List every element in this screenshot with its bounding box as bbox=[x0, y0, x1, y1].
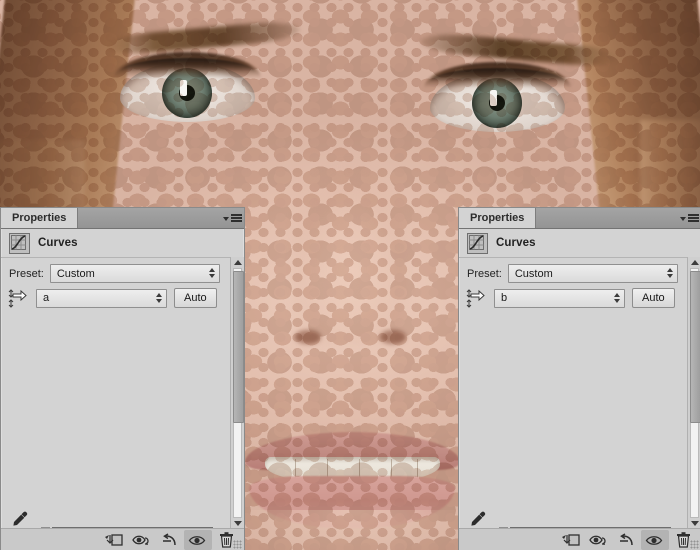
auto-button[interactable]: Auto bbox=[174, 288, 217, 308]
scroll-up-arrow-icon[interactable] bbox=[688, 257, 700, 268]
scrollbar-thumb[interactable] bbox=[233, 271, 244, 423]
eyedropper-black-point-icon[interactable] bbox=[466, 508, 490, 530]
panel-menu-icon[interactable] bbox=[677, 208, 700, 228]
tab-bar-filler bbox=[78, 208, 220, 228]
curves-adjustment-icon bbox=[467, 233, 488, 254]
properties-panel-right[interactable]: Properties Curves Preset: bbox=[458, 207, 700, 550]
reset-icon[interactable] bbox=[613, 530, 641, 550]
panel-resize-grip[interactable] bbox=[233, 540, 242, 549]
channel-select[interactable]: a bbox=[36, 289, 167, 308]
panel-scrollbar[interactable] bbox=[230, 257, 244, 529]
panel-menu-icon[interactable] bbox=[220, 208, 244, 228]
panel-scrollbar[interactable] bbox=[687, 257, 700, 529]
clip-to-layer-icon[interactable] bbox=[557, 530, 585, 550]
clip-to-layer-icon[interactable] bbox=[100, 530, 128, 550]
panel-resize-grip[interactable] bbox=[690, 540, 699, 549]
reset-icon[interactable] bbox=[156, 530, 184, 550]
channel-row: b Auto bbox=[459, 283, 700, 308]
panel-bottom-bar bbox=[1, 528, 244, 550]
preset-select[interactable]: Custom bbox=[508, 264, 678, 283]
adjustment-title-row: Curves bbox=[1, 229, 244, 258]
eyedropper-black-point-icon[interactable] bbox=[8, 508, 32, 530]
panel-tab-bar: Properties bbox=[459, 208, 700, 229]
preset-row: Preset: Custom bbox=[459, 258, 700, 283]
channel-value: b bbox=[501, 292, 507, 304]
chevron-updown-icon[interactable] bbox=[209, 268, 215, 278]
tab-properties[interactable]: Properties bbox=[459, 208, 536, 228]
view-previous-state-icon[interactable] bbox=[128, 530, 156, 550]
preset-select[interactable]: Custom bbox=[50, 264, 220, 283]
preset-value: Custom bbox=[515, 268, 553, 280]
tab-properties[interactable]: Properties bbox=[1, 208, 78, 228]
tab-bar-filler bbox=[536, 208, 677, 228]
preset-value: Custom bbox=[57, 268, 95, 280]
properties-panel-left[interactable]: Properties Curves Preset bbox=[0, 207, 245, 550]
targeted-adjustment-tool-icon[interactable] bbox=[465, 288, 487, 308]
scroll-up-arrow-icon[interactable] bbox=[231, 257, 244, 268]
preset-label: Preset: bbox=[467, 268, 502, 280]
auto-button[interactable]: Auto bbox=[632, 288, 675, 308]
channel-row: a Auto bbox=[1, 283, 244, 308]
channel-value: a bbox=[43, 292, 49, 304]
panel-tab-bar: Properties bbox=[1, 208, 244, 229]
channel-select[interactable]: b bbox=[494, 289, 625, 308]
chevron-updown-icon[interactable] bbox=[667, 268, 673, 278]
panel-bottom-bar bbox=[459, 528, 700, 550]
preset-row: Preset: Custom bbox=[1, 258, 244, 283]
chevron-updown-icon[interactable] bbox=[156, 293, 162, 303]
toggle-visibility-icon[interactable] bbox=[641, 530, 669, 550]
curves-adjustment-icon bbox=[9, 233, 30, 254]
toggle-visibility-icon[interactable] bbox=[184, 530, 212, 550]
chevron-updown-icon[interactable] bbox=[614, 293, 620, 303]
view-previous-state-icon[interactable] bbox=[585, 530, 613, 550]
targeted-adjustment-tool-icon[interactable] bbox=[7, 288, 29, 308]
page-title: Curves bbox=[38, 237, 78, 249]
preset-label: Preset: bbox=[9, 268, 44, 280]
scrollbar-thumb[interactable] bbox=[690, 271, 700, 423]
page-title: Curves bbox=[496, 237, 536, 249]
screenshot-root: Properties Curves Preset bbox=[0, 0, 700, 550]
adjustment-title-row: Curves bbox=[459, 229, 700, 258]
